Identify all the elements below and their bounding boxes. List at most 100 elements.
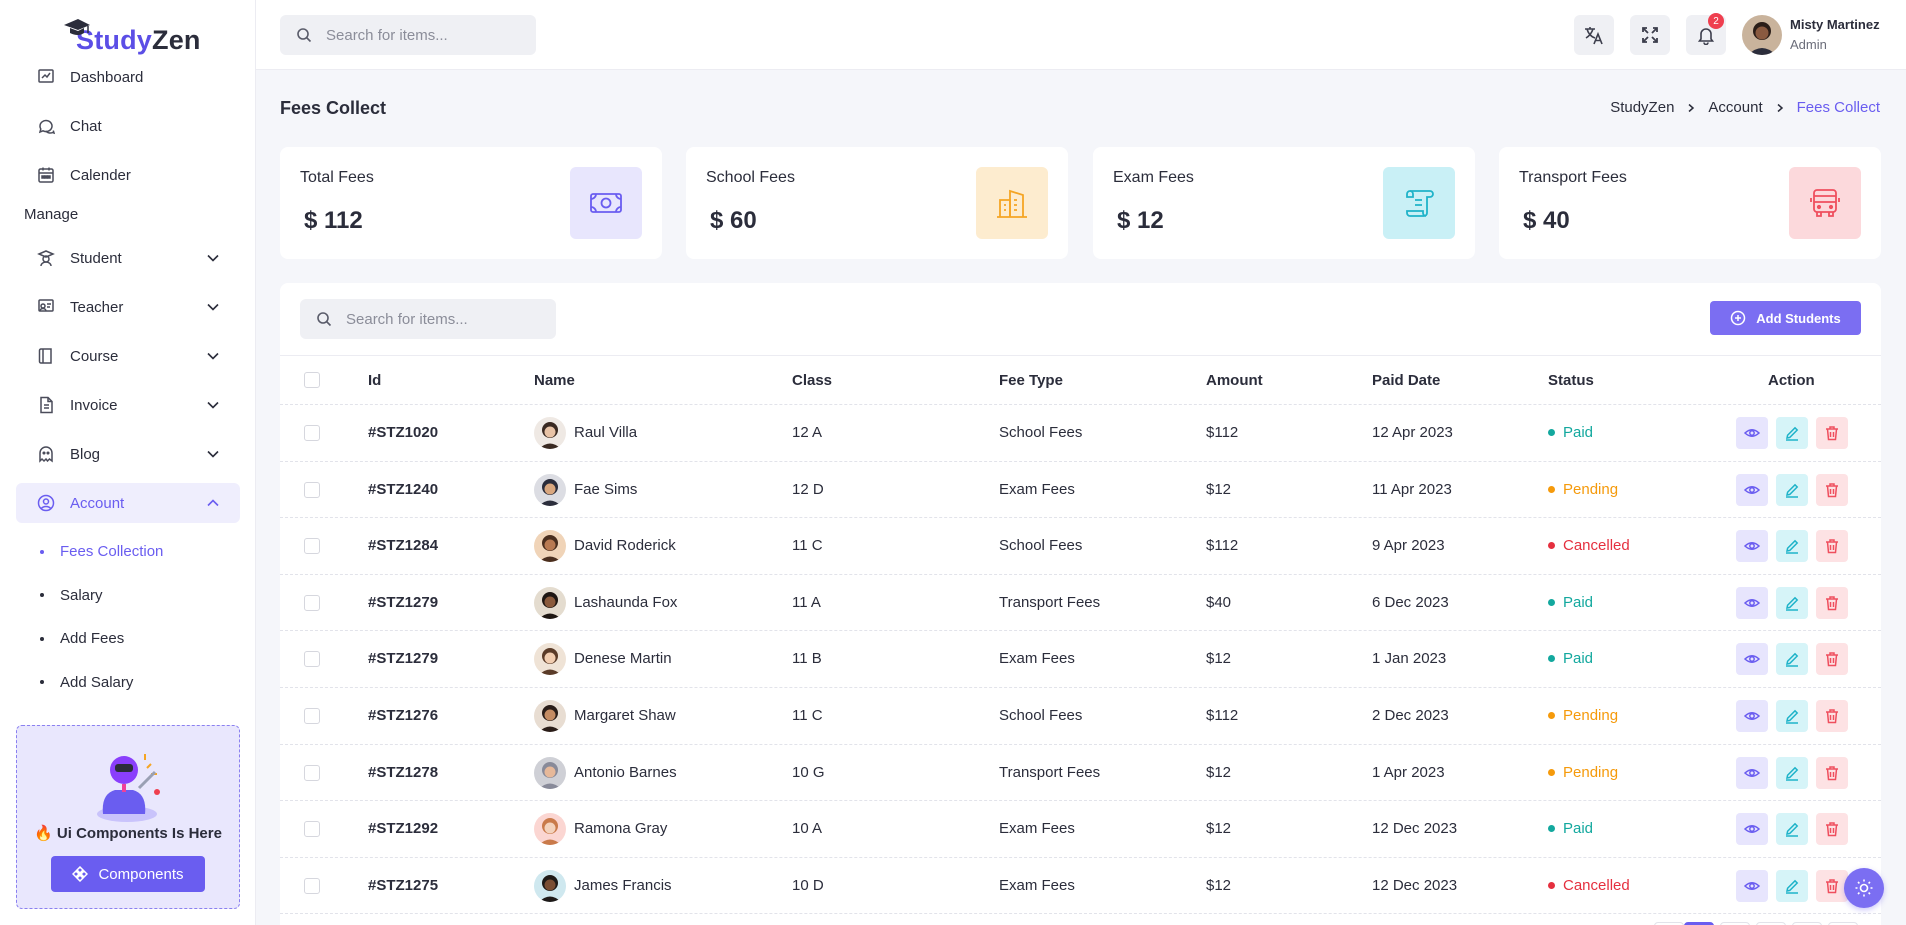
cell-name: Fae Sims (574, 480, 638, 498)
row-checkbox[interactable] (304, 877, 320, 894)
trash-icon (1824, 595, 1840, 611)
eye-icon (1744, 425, 1760, 441)
bullet-dot (40, 680, 44, 685)
pencil-icon (1784, 595, 1800, 611)
status-dot (1548, 768, 1555, 776)
cell-id: #STZ1276 (368, 707, 439, 724)
cell-amount: $112 (1206, 537, 1239, 555)
edit-button[interactable] (1776, 643, 1808, 676)
row-checkbox[interactable] (304, 821, 320, 838)
edit-button[interactable] (1776, 700, 1808, 732)
breadcrumb-item-account[interactable]: Account (1708, 99, 1762, 116)
row-checkbox[interactable] (304, 708, 320, 724)
delete-button[interactable] (1816, 700, 1848, 732)
delete-button[interactable] (1816, 586, 1848, 619)
row-checkbox[interactable] (304, 425, 320, 441)
view-button[interactable] (1736, 813, 1768, 846)
sidebar-item-dashboard[interactable]: Dashboard (16, 64, 240, 88)
fullscreen-button[interactable] (1630, 15, 1670, 55)
delete-button[interactable] (1816, 473, 1848, 506)
cell-name: Margaret Shaw (574, 707, 676, 724)
edit-button[interactable] (1776, 756, 1808, 789)
view-button[interactable] (1736, 586, 1768, 619)
subnav-item-fees-collection[interactable]: Fees Collection (16, 530, 240, 574)
sidebar-item-teacher[interactable]: Teacher (16, 287, 240, 327)
delete-button[interactable] (1816, 643, 1848, 676)
components-button[interactable]: Components (51, 856, 205, 892)
notifications-button[interactable]: 2 (1686, 13, 1726, 55)
breadcrumb-item-home[interactable]: StudyZen (1610, 99, 1674, 116)
view-button[interactable] (1736, 417, 1768, 449)
view-button[interactable] (1736, 530, 1768, 563)
teacher-icon (36, 297, 56, 317)
row-checkbox[interactable] (304, 538, 320, 555)
cell-id: #STZ1279 (368, 650, 439, 668)
status-text: Paid (1563, 820, 1594, 838)
add-students-button[interactable]: Add Students (1710, 301, 1861, 335)
view-button[interactable] (1736, 700, 1768, 732)
sidebar-item-calender[interactable]: Calender (16, 155, 240, 195)
eye-icon (1744, 878, 1760, 894)
column-header-status[interactable]: Status (1548, 372, 1594, 389)
table-search-input[interactable] (346, 310, 526, 328)
column-header-amount[interactable]: Amount (1206, 372, 1263, 389)
view-button[interactable] (1736, 473, 1768, 506)
page-title: Fees Collect (280, 98, 387, 118)
subnav-item-add-salary[interactable]: Add Salary (16, 661, 240, 705)
column-header-fee-type[interactable]: Fee Type (999, 372, 1063, 389)
sidebar-item-student[interactable]: Student (16, 238, 240, 278)
cell-class: 10 G (792, 763, 825, 781)
row-checkbox[interactable] (304, 594, 320, 611)
edit-button[interactable] (1776, 869, 1808, 902)
header-search-input[interactable] (326, 26, 506, 44)
row-checkbox[interactable] (304, 764, 320, 781)
theme-settings-button[interactable] (1844, 868, 1884, 908)
cell-class: 11 C (792, 537, 823, 555)
delete-button[interactable] (1816, 530, 1848, 563)
bullet-dot (40, 549, 44, 554)
trash-icon (1824, 538, 1840, 554)
subnav-item-salary[interactable]: Salary (16, 574, 240, 618)
column-header-id[interactable]: Id (368, 372, 381, 389)
sidebar-item-course[interactable]: Course (16, 336, 240, 376)
column-header-paid-date[interactable]: Paid Date (1372, 372, 1440, 389)
column-header-class[interactable]: Class (792, 372, 832, 389)
cell-name: Lashaunda Fox (574, 593, 678, 611)
translate-button[interactable] (1574, 15, 1614, 55)
status-badge: Paid (1548, 820, 1593, 837)
status-dot (1548, 655, 1555, 663)
select-all-checkbox[interactable] (304, 372, 320, 388)
edit-button[interactable] (1776, 586, 1808, 619)
delete-button[interactable] (1816, 417, 1848, 449)
chevron-up-icon (207, 499, 219, 507)
delete-button[interactable] (1816, 756, 1848, 789)
invoice-icon (36, 395, 56, 415)
sidebar-item-blog[interactable]: Blog (16, 434, 240, 474)
column-header-action: Action (1768, 372, 1815, 389)
view-button[interactable] (1736, 643, 1768, 676)
subnav-item-add-fees[interactable]: Add Fees (16, 617, 240, 661)
breadcrumb-item-current: Fees Collect (1796, 99, 1880, 116)
user-avatar[interactable] (1742, 15, 1782, 55)
sidebar-item-label: Calender (70, 166, 131, 184)
row-checkbox[interactable] (304, 651, 320, 668)
status-dot (1548, 825, 1555, 833)
cell-paid-date: 2 Dec 2023 (1372, 707, 1449, 724)
edit-button[interactable] (1776, 473, 1808, 506)
edit-button[interactable] (1776, 417, 1808, 449)
edit-button[interactable] (1776, 530, 1808, 563)
column-header-name[interactable]: Name (534, 372, 575, 389)
app-logo[interactable]: StudyZen (0, 0, 255, 70)
cell-fee-type: Exam Fees (999, 480, 1075, 498)
row-checkbox[interactable] (304, 481, 320, 498)
sidebar-item-invoice[interactable]: Invoice (16, 385, 240, 425)
edit-button[interactable] (1776, 813, 1808, 846)
cell-class: 11 B (792, 650, 822, 668)
stat-label: Exam Fees (1113, 169, 1194, 186)
sidebar-item-account[interactable]: Account (16, 483, 240, 523)
sidebar-item-chat[interactable]: Chat (16, 106, 240, 146)
delete-button[interactable] (1816, 813, 1848, 846)
view-button[interactable] (1736, 869, 1768, 902)
cell-fee-type: Exam Fees (999, 820, 1075, 838)
view-button[interactable] (1736, 756, 1768, 789)
